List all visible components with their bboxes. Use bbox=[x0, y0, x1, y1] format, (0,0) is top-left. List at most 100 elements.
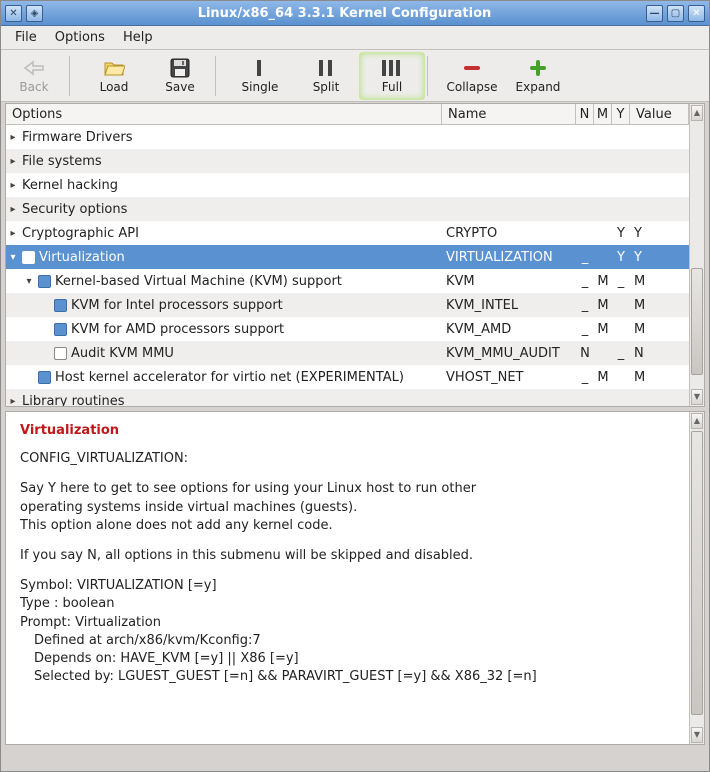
cell-y[interactable]: Y bbox=[612, 245, 630, 269]
tristate-checkbox[interactable] bbox=[54, 323, 67, 336]
tree-row[interactable]: ▸File systems bbox=[6, 149, 689, 173]
option-cell[interactable]: ▸File systems bbox=[6, 149, 442, 173]
column-name[interactable]: Name bbox=[442, 104, 576, 124]
help-scrollbar[interactable]: ▲ ▼ bbox=[689, 412, 704, 744]
column-value[interactable]: Value bbox=[630, 104, 689, 124]
expand-arrow-right-icon[interactable]: ▸ bbox=[8, 396, 18, 407]
cell-m[interactable] bbox=[594, 245, 612, 269]
cell-y[interactable] bbox=[612, 365, 630, 389]
scroll-down-icon[interactable]: ▼ bbox=[691, 727, 703, 743]
cell-n[interactable] bbox=[576, 149, 594, 173]
minimize-button[interactable]: — bbox=[646, 5, 663, 22]
cell-y[interactable] bbox=[612, 197, 630, 221]
tree-row[interactable]: Host kernel accelerator for virtio net (… bbox=[6, 365, 689, 389]
scroll-down-icon[interactable]: ▼ bbox=[691, 389, 703, 405]
cell-y[interactable] bbox=[612, 293, 630, 317]
cell-m[interactable] bbox=[594, 389, 612, 406]
cell-m[interactable] bbox=[594, 341, 612, 365]
option-cell[interactable]: ▸Cryptographic API bbox=[6, 221, 442, 245]
tree-row[interactable]: ▾Kernel-based Virtual Machine (KVM) supp… bbox=[6, 269, 689, 293]
menu-file[interactable]: File bbox=[7, 28, 45, 47]
cell-m[interactable] bbox=[594, 197, 612, 221]
config-tree[interactable]: Options Name N M Y Value ▸Firmware Drive… bbox=[6, 104, 689, 406]
cell-m[interactable]: M bbox=[594, 317, 612, 341]
cell-y[interactable] bbox=[612, 149, 630, 173]
collapse-button[interactable]: Collapse bbox=[439, 52, 505, 100]
cell-m[interactable]: M bbox=[594, 293, 612, 317]
column-m[interactable]: M bbox=[594, 104, 612, 124]
scroll-track[interactable] bbox=[690, 122, 704, 388]
save-button[interactable]: Save bbox=[147, 52, 213, 100]
cell-n[interactable] bbox=[576, 125, 594, 149]
tristate-checkbox[interactable] bbox=[38, 275, 51, 288]
column-y[interactable]: Y bbox=[612, 104, 630, 124]
menu-help[interactable]: Help bbox=[115, 28, 161, 47]
tree-row[interactable]: ▾VirtualizationVIRTUALIZATION_YY bbox=[6, 245, 689, 269]
cell-n[interactable] bbox=[576, 389, 594, 406]
cell-m[interactable]: M bbox=[594, 365, 612, 389]
option-cell[interactable]: Audit KVM MMU bbox=[6, 341, 442, 365]
expand-button[interactable]: Expand bbox=[505, 52, 571, 100]
cell-m[interactable] bbox=[594, 221, 612, 245]
cell-n[interactable]: N bbox=[576, 341, 594, 365]
cell-n[interactable]: _ bbox=[576, 269, 594, 293]
expand-arrow-right-icon[interactable]: ▸ bbox=[8, 204, 18, 215]
window-menu-button[interactable]: ✕ bbox=[5, 5, 22, 22]
option-cell[interactable]: KVM for AMD processors support bbox=[6, 317, 442, 341]
scroll-up-icon[interactable]: ▲ bbox=[691, 105, 703, 121]
cell-y[interactable]: Y bbox=[612, 221, 630, 245]
tree-row[interactable]: ▸Security options bbox=[6, 197, 689, 221]
cell-n[interactable]: _ bbox=[576, 365, 594, 389]
expand-arrow-down-icon[interactable]: ▾ bbox=[24, 276, 34, 287]
tree-row[interactable]: ▸Kernel hacking bbox=[6, 173, 689, 197]
expand-arrow-down-icon[interactable]: ▾ bbox=[8, 252, 18, 263]
scroll-track[interactable] bbox=[690, 430, 704, 726]
cell-m[interactable] bbox=[594, 173, 612, 197]
expand-arrow-right-icon[interactable]: ▸ bbox=[8, 156, 18, 167]
tree-scrollbar[interactable]: ▲ ▼ bbox=[689, 104, 704, 406]
option-cell[interactable]: ▸Firmware Drivers bbox=[6, 125, 442, 149]
cell-m[interactable]: M bbox=[594, 269, 612, 293]
cell-m[interactable] bbox=[594, 125, 612, 149]
tree-row[interactable]: KVM for AMD processors supportKVM_AMD_MM bbox=[6, 317, 689, 341]
cell-y[interactable]: _ bbox=[612, 341, 630, 365]
option-cell[interactable]: Host kernel accelerator for virtio net (… bbox=[6, 365, 442, 389]
tree-row[interactable]: Audit KVM MMUKVM_MMU_AUDITN_N bbox=[6, 341, 689, 365]
option-cell[interactable]: ▾Virtualization bbox=[6, 245, 442, 269]
sticky-button[interactable]: ◈ bbox=[26, 5, 43, 22]
tristate-checkbox[interactable] bbox=[54, 347, 67, 360]
split-view-button[interactable]: Split bbox=[293, 52, 359, 100]
option-cell[interactable]: ▸Kernel hacking bbox=[6, 173, 442, 197]
tree-row[interactable]: ▸Library routines bbox=[6, 389, 689, 406]
cell-n[interactable]: _ bbox=[576, 245, 594, 269]
tristate-checkbox[interactable] bbox=[22, 251, 35, 264]
full-view-button[interactable]: Full bbox=[359, 52, 425, 100]
scroll-thumb[interactable] bbox=[691, 431, 703, 715]
menu-options[interactable]: Options bbox=[47, 28, 113, 47]
expand-arrow-right-icon[interactable]: ▸ bbox=[8, 228, 18, 239]
tristate-checkbox[interactable] bbox=[38, 371, 51, 384]
tree-row[interactable]: KVM for Intel processors supportKVM_INTE… bbox=[6, 293, 689, 317]
scroll-up-icon[interactable]: ▲ bbox=[691, 413, 703, 429]
load-button[interactable]: Load bbox=[81, 52, 147, 100]
column-options[interactable]: Options bbox=[6, 104, 442, 124]
tree-row[interactable]: ▸Cryptographic APICRYPTOYY bbox=[6, 221, 689, 245]
expand-arrow-right-icon[interactable]: ▸ bbox=[8, 132, 18, 143]
cell-n[interactable] bbox=[576, 173, 594, 197]
option-cell[interactable]: ▾Kernel-based Virtual Machine (KVM) supp… bbox=[6, 269, 442, 293]
close-button[interactable]: ✕ bbox=[688, 5, 705, 22]
cell-n[interactable]: _ bbox=[576, 293, 594, 317]
column-n[interactable]: N bbox=[576, 104, 594, 124]
option-cell[interactable]: KVM for Intel processors support bbox=[6, 293, 442, 317]
cell-y[interactable] bbox=[612, 389, 630, 406]
scroll-thumb[interactable] bbox=[691, 268, 703, 374]
cell-n[interactable]: _ bbox=[576, 317, 594, 341]
option-cell[interactable]: ▸Library routines bbox=[6, 389, 442, 406]
cell-y[interactable]: _ bbox=[612, 269, 630, 293]
cell-y[interactable] bbox=[612, 317, 630, 341]
cell-y[interactable] bbox=[612, 125, 630, 149]
single-view-button[interactable]: Single bbox=[227, 52, 293, 100]
expand-arrow-right-icon[interactable]: ▸ bbox=[8, 180, 18, 191]
tree-row[interactable]: ▸Firmware Drivers bbox=[6, 125, 689, 149]
cell-y[interactable] bbox=[612, 173, 630, 197]
